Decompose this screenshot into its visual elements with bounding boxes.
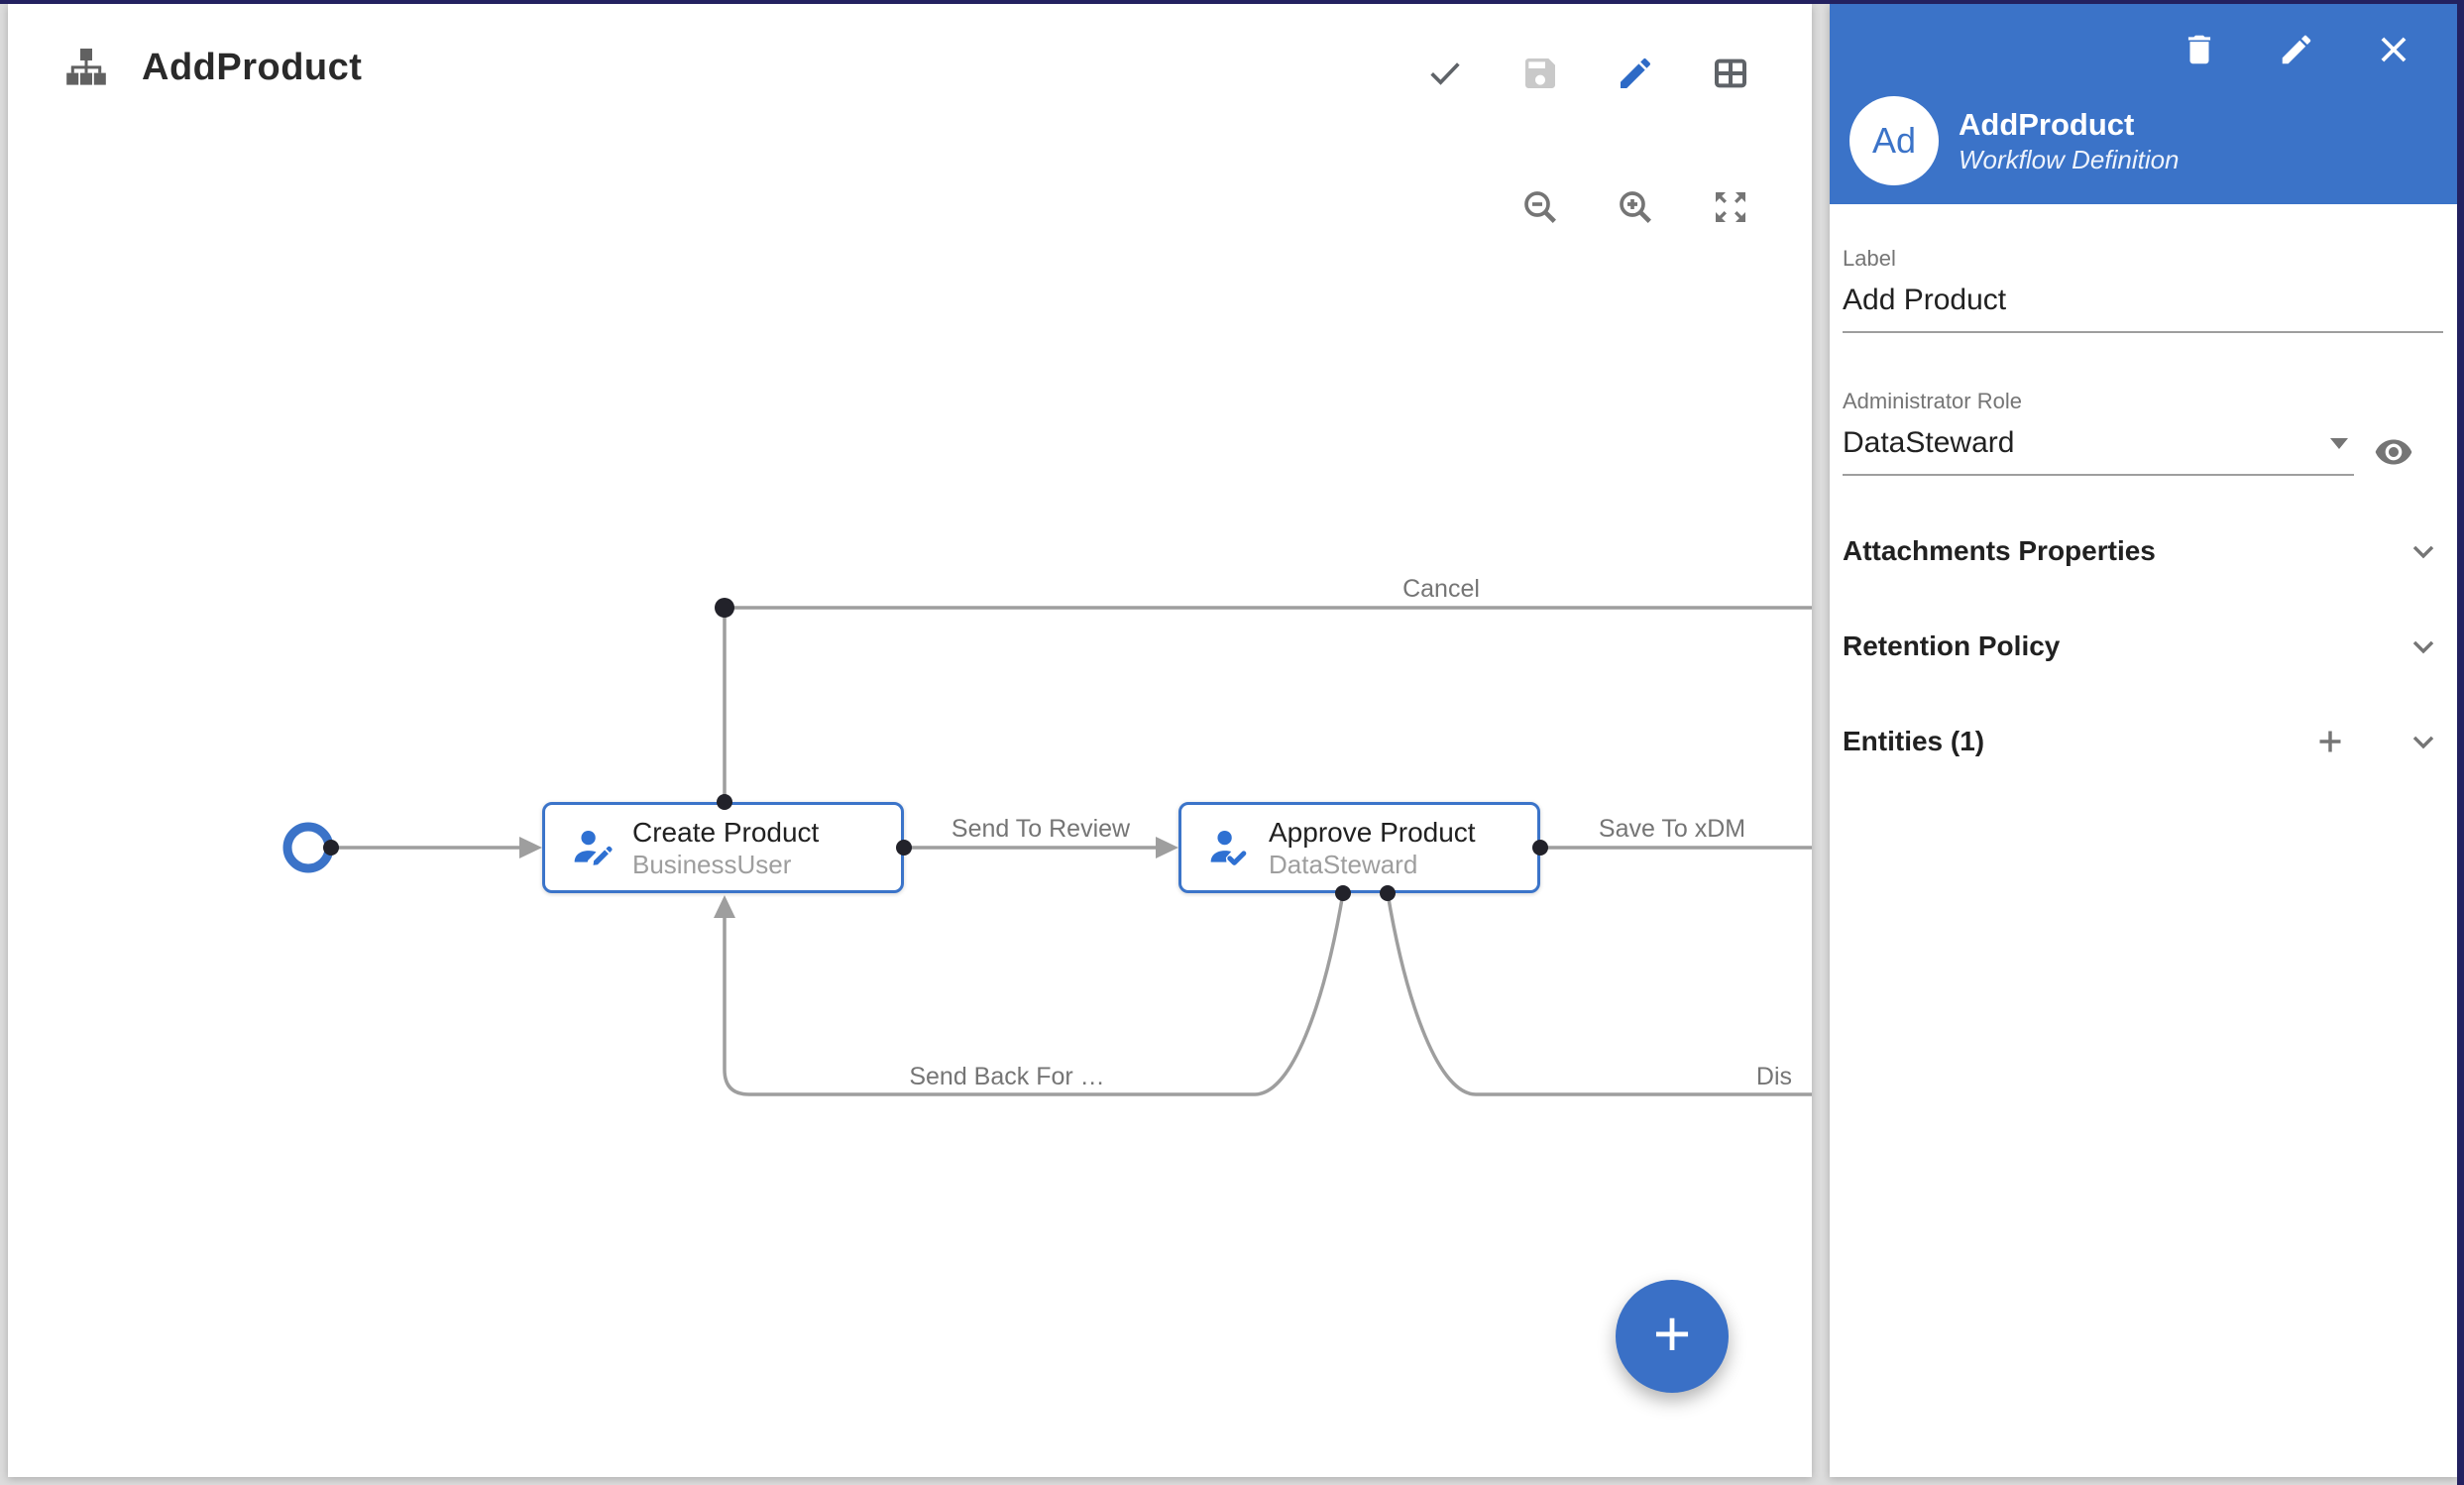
- start-node[interactable]: [287, 827, 329, 868]
- admin-role-value[interactable]: DataSteward: [1843, 426, 2014, 460]
- section-entities[interactable]: Entities (1): [1843, 694, 2443, 789]
- delete-button[interactable]: [2180, 30, 2219, 69]
- section-attachments-properties[interactable]: Attachments Properties: [1843, 504, 2443, 599]
- window-frame-top: [0, 0, 2464, 4]
- node-title: Create Product: [632, 816, 819, 850]
- workflow-canvas[interactable]: AddProduct: [8, 4, 1812, 1477]
- table-grid-icon: [1711, 54, 1750, 93]
- zoom-out-icon: [1520, 187, 1560, 227]
- admin-role-field: Administrator Role DataSteward: [1843, 389, 2443, 476]
- node-text: Create Product BusinessUser: [632, 816, 819, 880]
- panel-heading-text: AddProduct Workflow Definition: [1959, 106, 2180, 175]
- zoom-out-button[interactable]: [1520, 187, 1560, 227]
- chevron-down-icon: [2406, 533, 2441, 569]
- edit-mode-button[interactable]: [1616, 54, 1655, 93]
- zoom-controls: [1520, 187, 1750, 227]
- edge-start[interactable]: [331, 837, 542, 858]
- edge-send-back[interactable]: Send Back For …: [714, 893, 1343, 1094]
- plus-icon: [2312, 724, 2348, 759]
- table-view-button[interactable]: [1711, 54, 1750, 93]
- chevron-down-icon: [2406, 628, 2441, 664]
- expand-retention-button[interactable]: [2404, 627, 2443, 666]
- workflow-tree-icon: [62, 44, 110, 91]
- section-retention-policy[interactable]: Retention Policy: [1843, 599, 2443, 694]
- visibility-button[interactable]: [2374, 432, 2413, 472]
- expand-attachments-button[interactable]: [2404, 531, 2443, 571]
- canvas-header: AddProduct: [62, 44, 362, 91]
- edge-label-discard[interactable]: Dis: [1756, 1063, 1792, 1090]
- edge-label-send-back[interactable]: Send Back For …: [909, 1063, 1104, 1090]
- panel-body: Label Add Product Administrator Role Dat…: [1830, 246, 2457, 789]
- fullscreen-icon: [1711, 187, 1750, 227]
- edge-label-save-to-xdm[interactable]: Save To xDM: [1599, 815, 1745, 843]
- canvas-toolbar: [1425, 54, 1750, 93]
- edge-discard[interactable]: Dis: [1388, 893, 1812, 1094]
- panel-title: AddProduct: [1959, 106, 2180, 144]
- node-title: Approve Product: [1269, 816, 1476, 850]
- pencil-icon: [1616, 54, 1655, 93]
- trash-icon: [2181, 31, 2218, 68]
- panel-edit-button[interactable]: [2277, 30, 2316, 69]
- node-approve-product[interactable]: Approve Product DataSteward: [1178, 802, 1540, 893]
- close-icon: [2375, 31, 2412, 68]
- admin-role-select[interactable]: Administrator Role DataSteward: [1843, 389, 2354, 476]
- panel-identity: Ad AddProduct Workflow Definition: [1849, 96, 2180, 185]
- label-field-value[interactable]: Add Product: [1843, 284, 2443, 317]
- panel-sections: Attachments Properties Retention Policy …: [1843, 504, 2443, 789]
- edge-save-to-xdm[interactable]: Save To xDM: [1540, 815, 1812, 848]
- eye-icon: [2374, 431, 2413, 473]
- zoom-in-button[interactable]: [1616, 187, 1655, 227]
- window-frame-right: [2457, 0, 2464, 1485]
- save-icon: [1520, 54, 1560, 93]
- add-node-fab[interactable]: +: [1616, 1280, 1729, 1393]
- save-button[interactable]: [1520, 54, 1560, 93]
- chevron-down-caret-icon[interactable]: [2330, 438, 2348, 449]
- node-create-product[interactable]: Create Product BusinessUser: [542, 802, 904, 893]
- expand-entities-button[interactable]: [2404, 722, 2443, 761]
- check-icon: [1425, 54, 1465, 93]
- node-role: BusinessUser: [632, 850, 819, 880]
- user-edit-icon: [571, 826, 615, 869]
- node-role: DataSteward: [1269, 850, 1476, 880]
- label-field-label: Label: [1843, 246, 2443, 272]
- page-title: AddProduct: [142, 47, 362, 89]
- pencil-icon: [2278, 31, 2315, 68]
- zoom-in-icon: [1616, 187, 1655, 227]
- plus-glyph: +: [1653, 1301, 1692, 1366]
- validate-button[interactable]: [1425, 54, 1465, 93]
- add-entity-button[interactable]: [2310, 722, 2350, 761]
- panel-header: Ad AddProduct Workflow Definition: [1830, 4, 2457, 204]
- edge-label-send-to-review[interactable]: Send To Review: [952, 815, 1131, 843]
- panel-actions: [2180, 30, 2413, 69]
- admin-role-label: Administrator Role: [1843, 389, 2354, 414]
- panel-subtitle: Workflow Definition: [1959, 144, 2180, 175]
- section-label: Entities (1): [1843, 726, 1984, 757]
- fit-screen-button[interactable]: [1711, 187, 1750, 227]
- node-text: Approve Product DataSteward: [1269, 816, 1476, 880]
- section-label: Retention Policy: [1843, 630, 2060, 662]
- chevron-down-icon: [2406, 724, 2441, 759]
- edge-send-to-review[interactable]: Send To Review: [904, 815, 1178, 858]
- edge-label-cancel[interactable]: Cancel: [1402, 575, 1480, 603]
- avatar: Ad: [1849, 96, 1939, 185]
- label-field[interactable]: Label Add Product: [1843, 246, 2443, 333]
- connection-dot[interactable]: [715, 598, 734, 618]
- section-label: Attachments Properties: [1843, 535, 2156, 567]
- edge-cancel[interactable]: Cancel: [725, 575, 1812, 802]
- user-check-icon: [1207, 826, 1251, 869]
- properties-panel: Ad AddProduct Workflow Definition Label …: [1830, 4, 2457, 1477]
- connection-dot[interactable]: [323, 840, 339, 856]
- close-button[interactable]: [2374, 30, 2413, 69]
